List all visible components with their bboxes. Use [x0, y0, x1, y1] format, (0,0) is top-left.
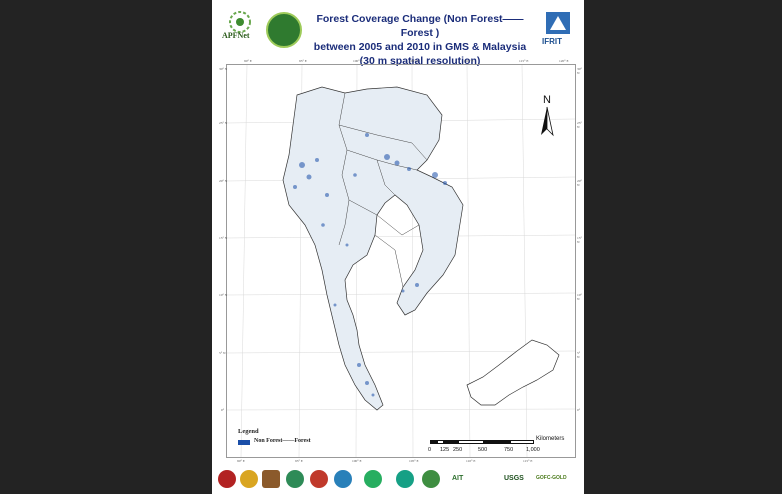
scale-label: 750 [504, 447, 514, 453]
mainland-landmass [282, 86, 464, 411]
lon-label: 95° E [299, 59, 307, 63]
map-frame: N 90° E 95° E 100° E 105° E 110° E 115° … [219, 59, 582, 463]
ifrit-logo: IFRIT [540, 10, 576, 46]
lat-label: 30° N [577, 67, 582, 75]
ait-logo: AIT [452, 475, 464, 482]
borneo-landmass [466, 339, 560, 406]
lat-label: 20° N [577, 179, 582, 187]
partner-logos: AIT USGS GOFC-GOLD [212, 466, 584, 494]
lon-label: 105° E [409, 59, 419, 63]
north-arrow-label: N [543, 94, 551, 106]
map-poster: APFNet Forest Coverage Change (Non Fores… [212, 0, 584, 494]
partner-seal-logo [262, 470, 280, 488]
ifrit-emblem-icon [546, 12, 570, 34]
scale-segment [484, 440, 510, 444]
partner-seal-logo [310, 470, 328, 488]
lat-label: 5° N [577, 351, 581, 359]
lat-label: 15° N [219, 236, 228, 240]
north-arrow-icon: N [541, 94, 554, 137]
partner-seal-logo [334, 470, 352, 488]
scale-segment [458, 440, 484, 444]
scale-segment [510, 440, 534, 444]
lon-label: 90° E [237, 459, 245, 463]
gofc-logo: GOFC-GOLD [536, 475, 567, 481]
lon-label: 95° E [295, 459, 303, 463]
scale-bar [430, 440, 534, 444]
scale-label: 125 [440, 447, 450, 453]
forestry-seal-logo [266, 12, 302, 48]
lon-label: 90° E [244, 59, 252, 63]
lon-label: 115° E [519, 59, 529, 63]
lon-label: 120° E [559, 59, 569, 63]
lat-label: 25° N [219, 121, 228, 125]
lon-label: 110° E [464, 59, 474, 63]
title-line-1: Forest Coverage Change (Non Forest——Fore… [316, 13, 524, 39]
lat-label: 0° [221, 408, 225, 412]
lat-label: 10° N [219, 293, 228, 297]
lat-label: 20° N [219, 179, 228, 183]
map-title: Forest Coverage Change (Non Forest——Fore… [302, 12, 538, 68]
legend-swatch [238, 440, 250, 445]
scale-segment [430, 440, 437, 444]
apfnet-logo-text: APFNet [222, 31, 250, 40]
lon-label: 110° E [466, 459, 476, 463]
partner-seal-logo [286, 470, 304, 488]
lat-label: 25° N [577, 121, 582, 129]
lon-label: 100° E [353, 59, 363, 63]
lat-label: 5° N [219, 351, 226, 355]
lon-label: 115° E [523, 459, 533, 463]
partner-seal-logo [364, 470, 382, 488]
lon-label: 100° E [352, 459, 362, 463]
scale-label: 500 [478, 447, 488, 453]
lat-label: 30° N [219, 67, 228, 71]
scale-label: 1,000 [526, 447, 540, 453]
partner-seal-logo [240, 470, 258, 488]
partner-seal-logo [218, 470, 236, 488]
title-line-2: between 2005 and 2010 in GMS & Malaysia [313, 41, 527, 53]
apfnet-logo: APFNet [220, 10, 260, 44]
scale-segment [437, 440, 444, 444]
map-canvas: N [227, 65, 575, 457]
scale-label: 0 [428, 447, 432, 453]
scale-segment [444, 440, 458, 444]
partner-seal-logo [422, 470, 440, 488]
legend-item-label: Non Forest——Forest [254, 438, 311, 444]
lat-label: 10° N [577, 293, 582, 301]
lon-label: 105° E [409, 459, 419, 463]
lat-label: 15° N [577, 236, 582, 244]
scale-unit: Kilometers [536, 436, 565, 442]
lat-label: 0° [577, 408, 581, 412]
scale-label: 250 [453, 447, 463, 453]
ifrit-logo-text: IFRIT [542, 37, 562, 46]
usgs-logo: USGS [504, 475, 524, 482]
legend-title: Legend [238, 428, 259, 435]
partner-seal-logo [396, 470, 414, 488]
